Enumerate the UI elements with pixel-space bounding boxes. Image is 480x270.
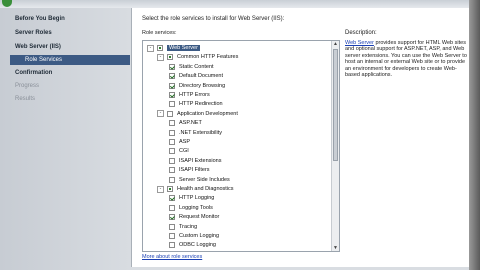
tree-item-label: HTTP Errors — [179, 92, 210, 98]
tree-item-label: Request Monitor — [179, 214, 220, 221]
nav-item-role-services[interactable]: Role Services — [10, 55, 130, 65]
tree-item[interactable]: Directory Browsing — [169, 82, 225, 90]
tree-item[interactable]: CGI — [169, 147, 189, 155]
title-band — [0, 0, 480, 8]
description-title: Description: — [345, 30, 377, 36]
tree-item-label: Web Server — [167, 45, 200, 51]
nav-item-confirmation[interactable]: Confirmation — [15, 70, 52, 76]
tree-item-checkbox[interactable] — [169, 167, 175, 174]
tree-expander-icon[interactable]: - — [157, 185, 164, 193]
tree-item[interactable]: Default Document — [169, 72, 223, 80]
tree-item-checkbox[interactable] — [169, 195, 175, 202]
tree-item-checkbox[interactable] — [167, 186, 173, 192]
tree-item-checkbox[interactable] — [169, 92, 175, 98]
tree-item-checkbox[interactable] — [169, 63, 175, 70]
tree-item-checkbox[interactable] — [169, 139, 175, 145]
web-server-link[interactable]: Web Server — [345, 40, 374, 46]
role-services-tree[interactable]: - Web Server - Common HTTP Features Static C… — [142, 40, 340, 252]
tree-item-checkbox[interactable] — [169, 233, 175, 239]
tree-item-checkbox[interactable] — [169, 242, 175, 249]
tree-item-label: Tracing — [179, 223, 198, 230]
description-body: provides support for HTML Web sites and … — [345, 40, 467, 79]
tree-item-label: Default Document — [179, 73, 224, 80]
tree-item-checkbox[interactable] — [169, 157, 175, 164]
tree-item-checkbox[interactable] — [169, 120, 175, 127]
tree-item-checkbox[interactable] — [169, 204, 175, 211]
tree-item-label: Directory Browsing — [179, 82, 226, 89]
scroll-up-arrow-icon[interactable]: ▲ — [333, 41, 338, 47]
tree-scrollbar[interactable]: ▲ ▼ — [331, 41, 339, 251]
tree-item[interactable]: Request Monitor — [169, 213, 219, 221]
tree-item[interactable]: ODBC Logging — [169, 241, 216, 249]
window-edge — [469, 0, 480, 270]
tree-item[interactable]: Tracing — [169, 223, 197, 231]
tree-item[interactable]: Custom Logging — [169, 232, 219, 240]
nav-item-server-roles[interactable]: Server Roles — [15, 30, 52, 36]
more-about-role-services-link[interactable]: More about role services — [142, 254, 202, 260]
scroll-down-arrow-icon[interactable]: ▼ — [333, 245, 338, 251]
tree-item-checkbox[interactable] — [157, 45, 163, 51]
nav-item-before-you-begin[interactable]: Before You Begin — [15, 16, 65, 22]
tree-item[interactable]: ISAPI Filters — [169, 166, 210, 174]
server-manager-logo-icon — [2, 0, 12, 7]
tree-item-label: HTTP Logging — [179, 195, 215, 202]
tree-item[interactable]: HTTP Redirection — [169, 100, 223, 108]
tree-item-label: Server Side Includes — [179, 176, 230, 183]
tree-item[interactable]: HTTP Errors — [169, 91, 210, 99]
nav-item-web-server-iis[interactable]: Web Server (IIS) — [15, 44, 61, 50]
tree-item[interactable]: - Application Development — [157, 110, 238, 118]
tree-item-checkbox[interactable] — [169, 73, 175, 80]
role-services-label: Role services: — [142, 30, 177, 36]
tree-item-checkbox[interactable] — [169, 223, 175, 230]
tree-item[interactable]: - Web Server — [147, 44, 200, 52]
nav-item-role-services-label: Role Services — [25, 57, 63, 63]
tree-item[interactable]: Static Content — [169, 63, 214, 71]
tree-item-checkbox[interactable] — [169, 148, 175, 155]
tree-item-checkbox[interactable] — [167, 54, 173, 61]
nav-item-results: Results — [15, 96, 36, 102]
tree-item[interactable]: .NET Extensibility — [169, 129, 222, 137]
tree-item-label: Application Development — [177, 110, 238, 117]
tree-item[interactable]: HTTP Logging — [169, 194, 214, 202]
nav-item-progress: Progress — [15, 83, 40, 89]
tree-item-label: ASP — [179, 139, 191, 145]
tree-item-label: Common HTTP Features — [177, 54, 239, 61]
scrollbar-thumb[interactable] — [333, 49, 338, 161]
tree-item-label: ASP.NET — [179, 120, 202, 127]
tree-item-label: CGI — [179, 148, 189, 155]
tree-item[interactable]: Server Side Includes — [169, 176, 230, 184]
tree-item-label: ISAPI Filters — [179, 167, 210, 174]
tree-item-label: Logging Tools — [179, 204, 213, 211]
tree-expander-icon[interactable]: - — [157, 53, 164, 61]
description-text: Web Server provides support for HTML Web… — [345, 40, 467, 78]
tree-item[interactable]: Logging Tools — [169, 204, 213, 212]
tree-item[interactable]: - Health and Diagnostics — [157, 185, 234, 193]
wizard-nav-pane: Before You Begin Server Roles Web Server… — [0, 8, 132, 270]
tree-item-label: .NET Extensibility — [179, 129, 222, 136]
tree-item-checkbox[interactable] — [169, 214, 175, 221]
wizard-window: Before You Begin Server Roles Web Server… — [0, 0, 480, 270]
tree-expander-icon[interactable]: - — [147, 44, 154, 52]
instruction-text: Select the role services to install for … — [142, 16, 285, 22]
tree-expander-icon[interactable]: - — [157, 110, 164, 118]
tree-item-label: ODBC Logging — [179, 242, 216, 249]
tree-item-checkbox[interactable] — [169, 101, 175, 108]
tree-item[interactable]: ISAPI Extensions — [169, 157, 222, 165]
tree-item-label: ISAPI Extensions — [179, 157, 222, 164]
tree-item[interactable]: ASP.NET — [169, 119, 202, 127]
tree-item-label: HTTP Redirection — [179, 101, 223, 108]
tree-item-checkbox[interactable] — [169, 129, 175, 136]
tree-item-checkbox[interactable] — [167, 110, 173, 117]
tree-item-checkbox[interactable] — [169, 82, 175, 89]
tree-item[interactable]: - Common HTTP Features — [157, 53, 238, 61]
tree-item-checkbox[interactable] — [169, 176, 175, 183]
tree-item-label: Custom Logging — [179, 233, 220, 239]
tree-item-label: Health and Diagnostics — [177, 186, 234, 192]
tree-item-label: Static Content — [179, 63, 214, 70]
tree-item[interactable]: ASP — [169, 138, 190, 146]
